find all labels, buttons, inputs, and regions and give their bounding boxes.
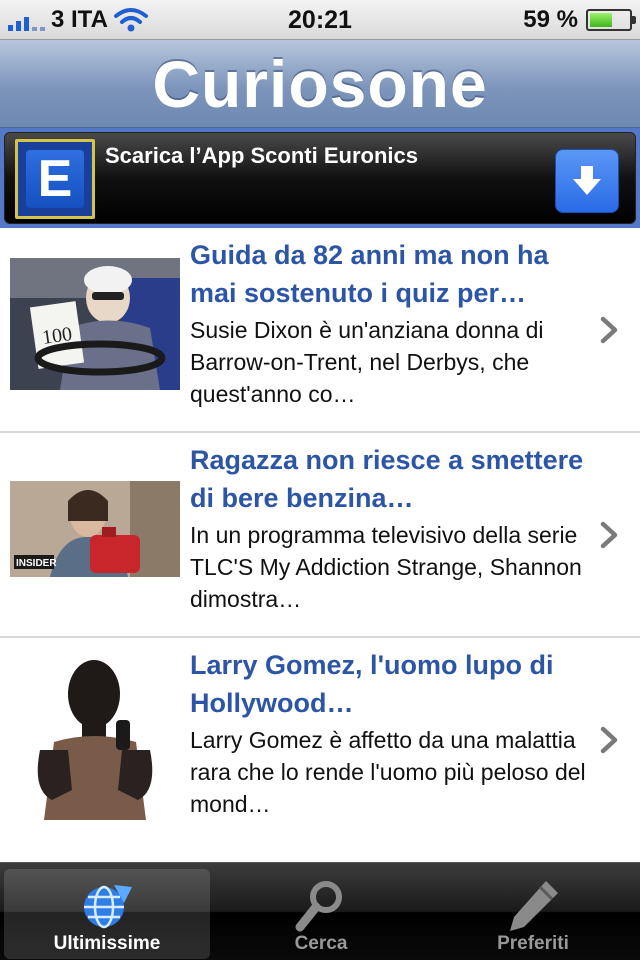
news-thumbnail (32, 650, 158, 820)
battery-percentage: 59 % (523, 6, 578, 33)
news-summary: Larry Gomez è affetto da una malattia ra… (190, 727, 586, 817)
logo-letter: E (26, 150, 84, 208)
news-summary: In un programma televisivo della serie T… (190, 522, 582, 612)
chevron-right-icon (600, 726, 618, 754)
news-item[interactable]: Larry Gomez, l'uomo lupo di Hollywood… L… (0, 638, 640, 843)
download-arrow-icon (573, 166, 601, 195)
magnifier-icon (295, 881, 342, 932)
ad-banner[interactable]: E Scarica l’App Sconti Euronics (4, 132, 636, 224)
tab-label: Ultimissime (53, 933, 161, 954)
tab-bar: Ultimissime Cerca Preferiti (0, 862, 640, 960)
status-right: 59 % (523, 6, 636, 34)
news-title: Guida da 82 anni ma non ha mai sostenuto… (190, 240, 549, 308)
news-title: Ragazza non riesce a smettere di bere be… (190, 445, 584, 513)
battery-icon (586, 9, 636, 31)
news-list: 100 Guida da 82 anni ma non ha mai soste… (0, 228, 640, 843)
news-title: Larry Gomez, l'uomo lupo di Hollywood… (190, 650, 554, 718)
news-thumbnail: INSIDER (10, 481, 180, 577)
status-bar: 3 ITA 20:21 59 % (0, 0, 640, 40)
tab-ultimissime[interactable]: Ultimissime (4, 869, 210, 959)
thumb-text-insider: INSIDER (16, 558, 57, 569)
girl-gas-can-image: INSIDER (10, 481, 180, 577)
app-header: Curiosone (0, 40, 640, 128)
ad-banner-container: E Scarica l’App Sconti Euronics (0, 128, 640, 228)
banner-text: Scarica l’App Sconti Euronics (105, 143, 418, 168)
chevron-right-icon (600, 316, 618, 344)
news-item[interactable]: INSIDER Ragazza non riesce a smettere di… (0, 433, 640, 638)
news-thumbnail: 100 (10, 258, 180, 390)
app-title: Curiosone (152, 47, 488, 121)
euronics-logo-icon: E (15, 139, 95, 219)
hairy-man-image (32, 650, 158, 820)
globe-icon (84, 885, 132, 929)
tab-label: Cerca (294, 933, 348, 954)
tab-cerca[interactable]: Cerca (218, 869, 424, 959)
news-item[interactable]: 100 Guida da 82 anni ma non ha mai soste… (0, 228, 640, 433)
news-summary: Susie Dixon è un'anziana donna di Barrow… (190, 317, 544, 407)
elderly-driver-image: 100 (10, 258, 180, 390)
chevron-right-icon (600, 521, 618, 549)
pencil-icon (510, 881, 558, 931)
tab-label: Preferiti (497, 933, 569, 954)
battery-level (590, 13, 613, 27)
download-button[interactable] (555, 149, 619, 213)
tab-preferiti[interactable]: Preferiti (430, 869, 636, 959)
